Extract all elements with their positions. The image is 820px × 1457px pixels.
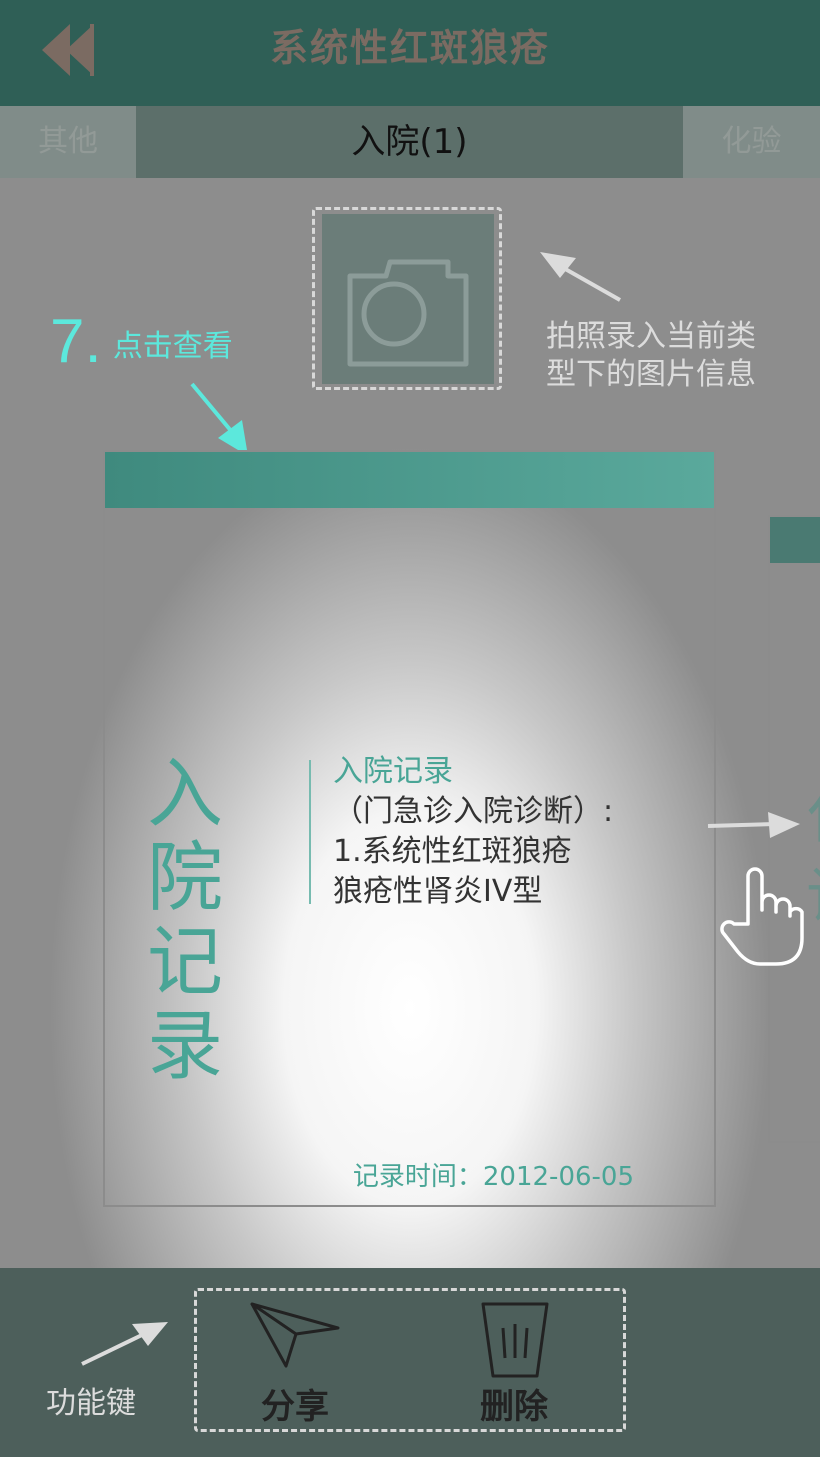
tab-other[interactable]: 其他 [0,106,136,178]
delete-button[interactable]: 删除 [434,1294,594,1434]
screen: 系统性红斑狼疮 其他 入院(1) 化验 拍照录入当前类 型下的图片信息 7. 点… [0,0,820,1457]
card-big-title: 入院 记录 [147,752,297,1088]
tab-lab-test[interactable]: 化验 [683,106,820,178]
paper-plane-icon [250,1302,340,1368]
camera-icon [347,259,469,367]
tab-bar: 其他 入院(1) 化验 [0,106,820,178]
page-title: 系统性红斑狼疮 [269,26,550,70]
card-summary: 入院记录 （门急诊入院诊断）: 1.系统性红斑狼疮 狼疮性肾炎IV型 [333,752,693,912]
card-big-title-line1: 入院 [147,749,223,922]
camera-hint-line1: 拍照录入当前类 [546,319,756,354]
step-text: 点击查看 [112,329,233,364]
function-keys-label: 功能键 [46,1386,136,1421]
next-card-title: 化 记 [806,777,820,937]
function-bar: 功能键 分享 删除 [0,1268,820,1457]
header-bar: 系统性红斑狼疮 [0,0,820,106]
swipe-arrow-icon [707,812,800,838]
step-number: 7. [50,307,102,376]
next-card-header-bar [770,517,820,563]
step-annotation: 7. 点击查看 [50,306,233,377]
trash-icon [481,1302,549,1378]
card-divider [309,760,311,904]
share-label: 分享 [261,1387,329,1427]
arrow-to-camera-icon [540,252,621,302]
record-card[interactable]: 入院 记录 入院记录 （门急诊入院诊断）: 1.系统性红斑狼疮 狼疮性肾炎IV型… [103,450,716,1207]
card-line: 狼疮性肾炎IV型 [333,874,543,909]
card-subtitle: 入院记录 [333,754,453,789]
record-time: 记录时间：2012-06-05 [352,1162,634,1192]
delete-label: 删除 [480,1387,548,1427]
card-big-title-line2: 记录 [147,917,223,1090]
arrow-to-functions-icon [81,1322,168,1366]
card-header-bar [105,452,714,508]
hand-pointer-icon [720,867,804,966]
arrow-to-card-icon [190,382,248,456]
camera-hint: 拍照录入当前类 型下的图片信息 [546,318,806,394]
card-line: 1.系统性红斑狼疮 [333,834,572,869]
share-button[interactable]: 分享 [215,1294,375,1434]
camera-hint-line2: 型下的图片信息 [546,357,756,392]
next-card-title-line2: 记 [806,857,820,937]
next-card-title-line1: 化 [806,777,820,857]
card-line: （门急诊入院诊断）: [333,794,614,829]
camera-button[interactable] [322,214,494,384]
tab-admission[interactable]: 入院(1) [136,106,683,178]
